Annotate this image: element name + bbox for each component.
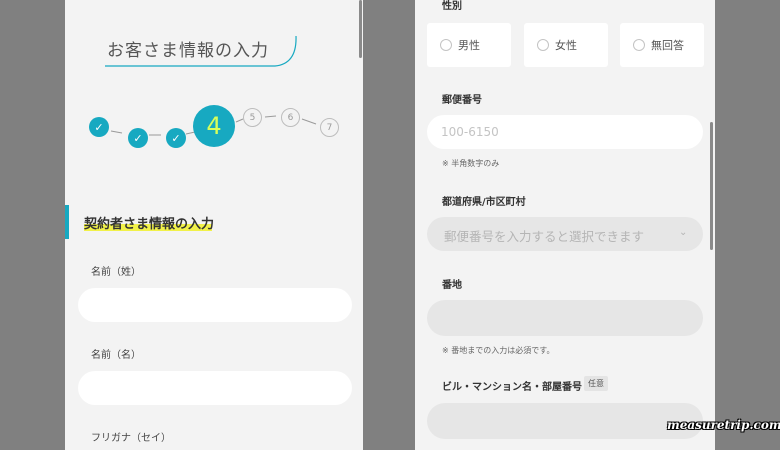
address-label: 番地 [442, 280, 462, 291]
step-number: 6 [287, 112, 294, 123]
step-number: 4 [206, 112, 222, 140]
gender-label: 性別 [442, 1, 462, 12]
chevron-down-icon: ⌄ [679, 227, 688, 238]
postal-code-note: ※ 半角数字のみ [442, 159, 500, 168]
radio-icon [537, 39, 549, 51]
step-number: 5 [249, 112, 256, 123]
step-4-current: 4 [193, 105, 235, 147]
step-1-done: ✓ [89, 117, 109, 137]
gender-option-label: 男性 [458, 39, 480, 52]
check-icon: ✓ [94, 120, 104, 134]
section-accent-bar [65, 205, 69, 239]
prefecture-select-value: 郵便番号を入力すると選択できます [444, 229, 645, 244]
optional-badge: 任意 [584, 376, 608, 391]
step-6: 6 [281, 108, 300, 127]
address-input[interactable] [427, 300, 703, 336]
radio-icon [440, 39, 452, 51]
building-label: ビル・マンション名・部屋番号 [442, 382, 582, 393]
last-name-input[interactable] [78, 288, 352, 322]
last-name-label: 名前（姓） [91, 267, 141, 278]
right-scrollbar[interactable] [710, 122, 713, 250]
page-title: お客さま情報の入力 [107, 41, 269, 61]
left-scrollbar[interactable] [359, 0, 362, 58]
postal-code-placeholder: 100-6150 [441, 125, 499, 139]
postal-code-label: 郵便番号 [442, 95, 482, 106]
check-icon: ✓ [171, 131, 181, 145]
gender-option-male[interactable]: 男性 [427, 23, 511, 67]
step-3-done: ✓ [166, 128, 186, 148]
watermark: measuretrip.com [667, 418, 780, 432]
postal-code-input[interactable]: 100-6150 [427, 115, 703, 149]
prefecture-select[interactable]: 郵便番号を入力すると選択できます ⌄ [427, 217, 703, 251]
prefecture-label: 都道府県/市区町村 [442, 197, 526, 208]
section-title: 契約者さま情報の入力 [84, 217, 215, 232]
gender-option-no-answer[interactable]: 無回答 [620, 23, 704, 67]
customer-info-screen-left: お客さま情報の入力 ✓ ✓ ✓ 4 5 6 7 契約者さま情報の入力 名前（姓）… [65, 0, 363, 450]
first-name-label: 名前（名） [91, 350, 141, 361]
step-progress: ✓ ✓ ✓ 4 5 6 7 [65, 95, 363, 155]
gender-option-label: 女性 [555, 39, 577, 52]
radio-icon [633, 39, 645, 51]
first-name-input[interactable] [78, 371, 352, 405]
step-number: 7 [326, 122, 333, 133]
check-icon: ✓ [133, 131, 143, 145]
page-title-block: お客さま情報の入力 [105, 30, 297, 70]
gender-option-label: 無回答 [651, 39, 684, 52]
building-input[interactable] [427, 403, 703, 439]
step-5: 5 [243, 108, 262, 127]
furigana-sei-label: フリガナ（セイ） [91, 433, 171, 444]
step-7: 7 [320, 118, 339, 137]
address-note: ※ 番地までの入力は必須です。 [442, 346, 555, 355]
gender-option-female[interactable]: 女性 [524, 23, 608, 67]
customer-info-screen-right: 性別 男性 女性 無回答 郵便番号 100-6150 ※ 半角数字のみ 都道府県… [415, 0, 715, 450]
step-2-done: ✓ [128, 128, 148, 148]
